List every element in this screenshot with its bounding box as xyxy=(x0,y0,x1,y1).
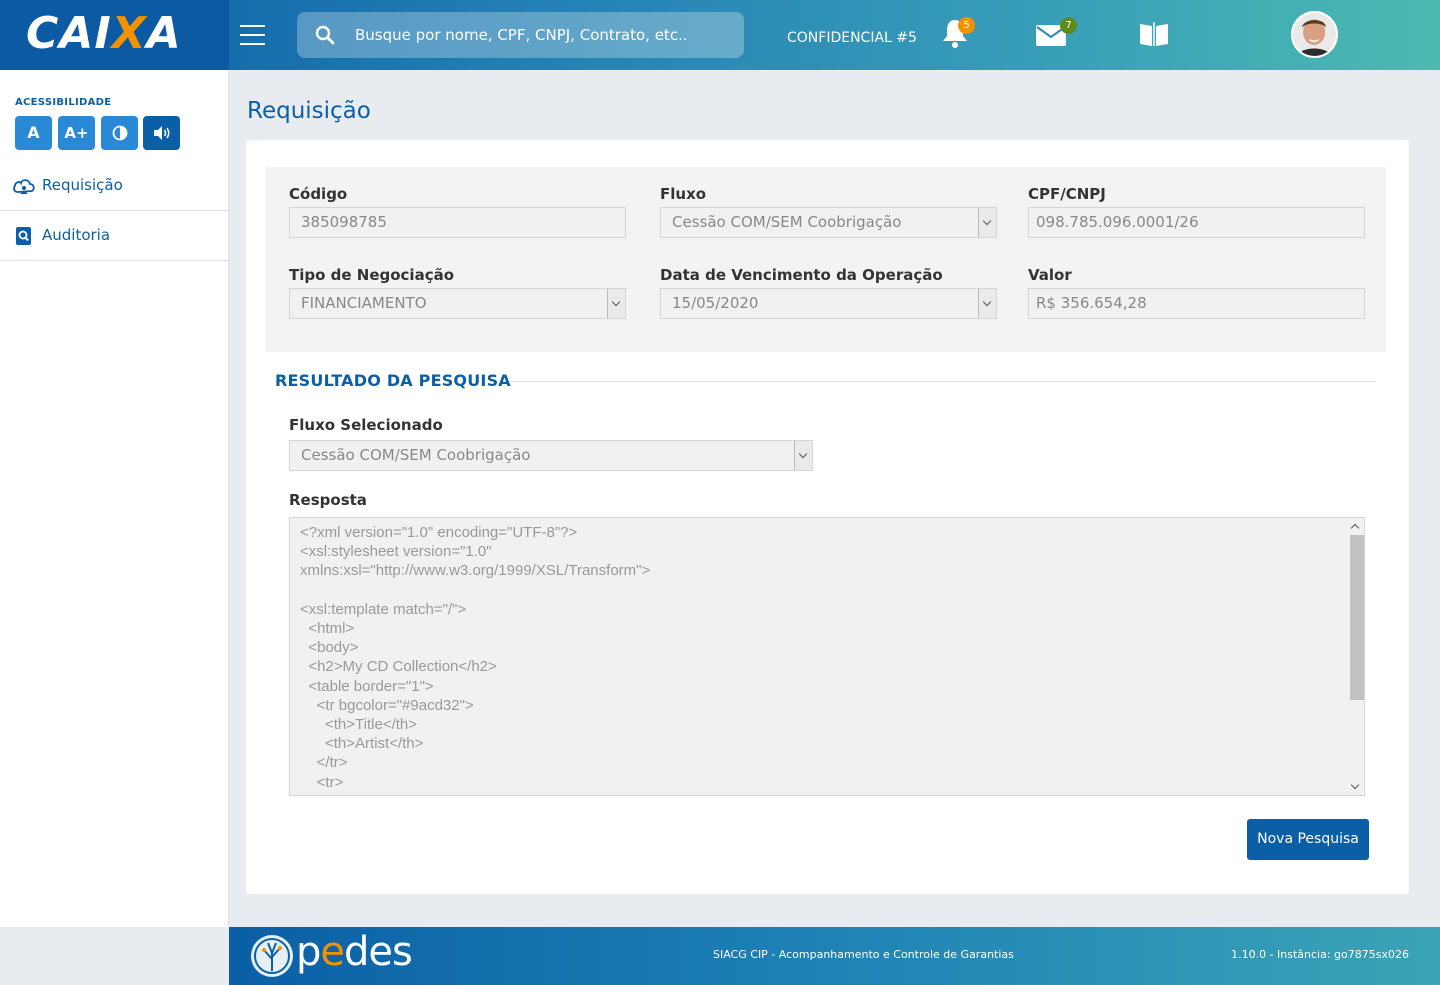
footer: pedes SIACG CIP - Acompanhamento e Contr… xyxy=(229,927,1440,985)
resposta-content: <?xml version="1.0" encoding="UTF-8"?> <… xyxy=(300,524,651,791)
chevron-up-icon[interactable] xyxy=(1350,523,1360,533)
tipo-negociacao-label: Tipo de Negociação xyxy=(289,266,455,284)
font-increase-button[interactable]: A+ xyxy=(58,116,95,150)
search-input[interactable] xyxy=(355,12,735,58)
confidential-label: CONFIDENCIAL #5 xyxy=(787,30,917,46)
fluxo-selecionado-select[interactable]: Cessão COM/SEM Coobrigação xyxy=(289,440,813,471)
speaker-icon xyxy=(153,126,169,140)
data-vencimento-value: 15/05/2020 xyxy=(672,294,759,312)
scrollbar-thumb[interactable] xyxy=(1350,535,1364,700)
fluxo-value: Cessão COM/SEM Coobrigação xyxy=(672,213,902,231)
textarea-scrollbar[interactable] xyxy=(1348,518,1364,795)
hamburger-line xyxy=(240,25,265,27)
search-icon[interactable] xyxy=(315,25,335,45)
system-name: SIACG CIP - Acompanhamento e Controle de… xyxy=(713,948,1014,961)
sidebar-item-requisicao[interactable]: Requisição xyxy=(0,161,229,211)
top-header: CAIXA CONFIDENCIAL #5 5 7 xyxy=(0,0,1440,70)
page-title: Requisição xyxy=(247,98,371,124)
caixa-logo[interactable]: CAIXA xyxy=(26,8,182,59)
contrast-icon xyxy=(112,125,127,141)
resposta-label: Resposta xyxy=(289,491,367,509)
user-avatar[interactable] xyxy=(1291,11,1338,58)
fluxo-selecionado-value: Cessão COM/SEM Coobrigação xyxy=(301,446,531,464)
logo-text-x: X xyxy=(111,8,147,59)
tipo-negociacao-value: FINANCIAMENTO xyxy=(301,294,427,312)
codigo-label: Código xyxy=(289,185,348,203)
accessibility-title: ACESSIBILIDADE xyxy=(15,97,112,108)
manual-button[interactable] xyxy=(1137,16,1171,50)
chevron-down-icon[interactable] xyxy=(1350,780,1360,790)
menu-toggle-button[interactable] xyxy=(240,25,265,45)
brand-e: e xyxy=(320,929,345,975)
cloud-user-icon xyxy=(13,179,35,194)
font-normal-button[interactable]: A xyxy=(15,116,52,150)
notification-count-badge: 5 xyxy=(958,17,975,34)
resposta-textarea[interactable]: <?xml version="1.0" encoding="UTF-8"?> <… xyxy=(289,517,1365,796)
valor-label: Valor xyxy=(1028,266,1072,284)
logo-text-suffix: A xyxy=(146,8,182,59)
sidebar-item-label: Auditoria xyxy=(42,226,111,244)
messages-button[interactable]: 7 xyxy=(1034,16,1077,50)
version-info: 1.10.0 - Instância: go7875sx026 xyxy=(1231,948,1409,961)
logo-area: CAIXA xyxy=(0,0,229,70)
user-photo-icon xyxy=(1293,13,1336,56)
cpf-cnpj-field[interactable]: 098.785.096.0001/26 xyxy=(1028,207,1365,238)
brand-suffix: des xyxy=(344,929,413,975)
sidebar-item-auditoria[interactable]: Auditoria xyxy=(0,211,229,261)
message-count-badge: 7 xyxy=(1060,17,1077,34)
audio-button[interactable] xyxy=(143,116,180,150)
contrast-button[interactable] xyxy=(101,116,138,150)
search-bar xyxy=(297,12,744,58)
fluxo-label: Fluxo xyxy=(660,185,707,203)
brand-prefix: p xyxy=(296,929,321,975)
codigo-field[interactable]: 385098785 xyxy=(289,207,626,238)
pedes-tree-logo-icon xyxy=(251,935,293,977)
chevron-down-icon[interactable] xyxy=(978,289,996,318)
chevron-down-icon[interactable] xyxy=(794,441,812,470)
open-book-icon xyxy=(1140,22,1168,46)
hamburger-line xyxy=(240,34,265,36)
valor-field[interactable]: R$ 356.654,28 xyxy=(1028,288,1365,319)
tipo-negociacao-select[interactable]: FINANCIAMENTO xyxy=(289,288,626,319)
fluxo-select[interactable]: Cessão COM/SEM Coobrigação xyxy=(660,207,997,238)
logo-text-prefix: CAI xyxy=(26,8,112,59)
search-doc-icon xyxy=(16,227,31,245)
sidebar: ACESSIBILIDADE A A+ Requisição Auditoria xyxy=(0,70,229,927)
data-vencimento-select[interactable]: 15/05/2020 xyxy=(660,288,997,319)
section-divider xyxy=(510,381,1376,382)
result-section-title: RESULTADO DA PESQUISA xyxy=(275,371,511,390)
hamburger-line xyxy=(240,43,265,45)
notifications-button[interactable]: 5 xyxy=(938,16,975,50)
chevron-down-icon[interactable] xyxy=(607,289,625,318)
filter-panel: Código 385098785 Fluxo Cessão COM/SEM Co… xyxy=(266,167,1386,352)
pedes-logo-text: pedes xyxy=(296,929,413,975)
data-vencimento-label: Data de Vencimento da Operação xyxy=(660,266,943,284)
fluxo-selecionado-label: Fluxo Selecionado xyxy=(289,416,443,434)
cpf-cnpj-label: CPF/CNPJ xyxy=(1028,185,1106,203)
new-search-button[interactable]: Nova Pesquisa xyxy=(1247,819,1369,860)
chevron-down-icon[interactable] xyxy=(978,208,996,237)
requisition-card: Código 385098785 Fluxo Cessão COM/SEM Co… xyxy=(246,140,1409,894)
sidebar-item-label: Requisição xyxy=(42,176,123,194)
